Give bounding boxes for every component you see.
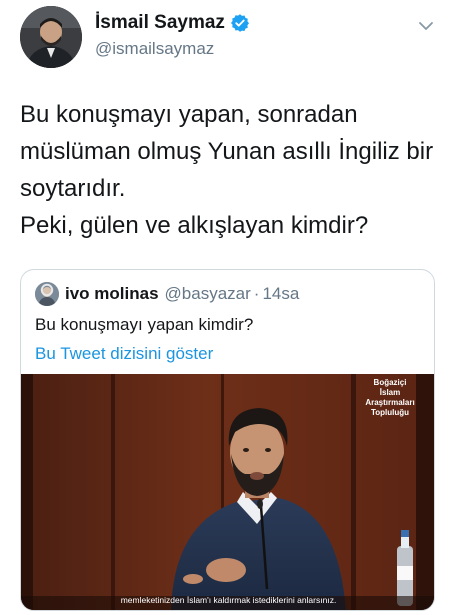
watermark-line: Araştırmaları Topluluğu: [365, 398, 415, 417]
tweet-line: Bu konuşmayı yapan, sonradan: [20, 101, 358, 128]
quoted-display-name[interactable]: ivo molinas: [65, 284, 159, 304]
chevron-down-icon[interactable]: [416, 16, 436, 36]
quoted-tweet-text: Bu konuşmayı yapan kimdir?: [35, 315, 254, 334]
quoted-author-avatar[interactable]: [35, 282, 59, 306]
channel-watermark: Boğaziçi İslam Araştırmaları Topluluğu: [350, 378, 430, 418]
video-subtitle: memleketinizden İslam'ı kaldırmak istedi…: [120, 595, 337, 605]
watermark-line: Boğaziçi: [373, 378, 407, 387]
verified-badge-icon: [230, 13, 250, 33]
tweet-line: müslüman olmuş Yunan asıllı İngiliz bir: [20, 138, 434, 165]
quoted-video-thumbnail[interactable]: Boğaziçi İslam Araştırmaları Topluluğu m…: [21, 374, 434, 610]
quoted-timestamp[interactable]: 14sa: [262, 284, 299, 304]
tweet-line: Peki, gülen ve alkışlayan kimdir?: [20, 212, 369, 239]
tweet-body: Bu konuşmayı yapan, sonradan müslüman ol…: [20, 96, 440, 244]
quoted-tweet-card[interactable]: ivo molinas @basyazar · 14sa Bu konuşmay…: [20, 269, 435, 611]
tweet-header: İsmail Saymaz @ismailsaymaz: [20, 6, 440, 72]
watermark-line: İslam: [379, 388, 401, 397]
author-display-name[interactable]: İsmail Saymaz: [95, 12, 225, 34]
author-avatar[interactable]: [20, 6, 82, 68]
show-thread-link[interactable]: Bu Tweet dizisini göster: [35, 344, 213, 364]
author-name-row: İsmail Saymaz: [95, 12, 250, 34]
quoted-handle[interactable]: @basyazar: [165, 284, 251, 304]
quoted-tweet-header: ivo molinas @basyazar · 14sa: [35, 282, 299, 306]
tweet-line: soytarıdır.: [20, 175, 126, 202]
author-handle[interactable]: @ismailsaymaz: [95, 39, 214, 59]
separator-dot: ·: [253, 284, 260, 303]
